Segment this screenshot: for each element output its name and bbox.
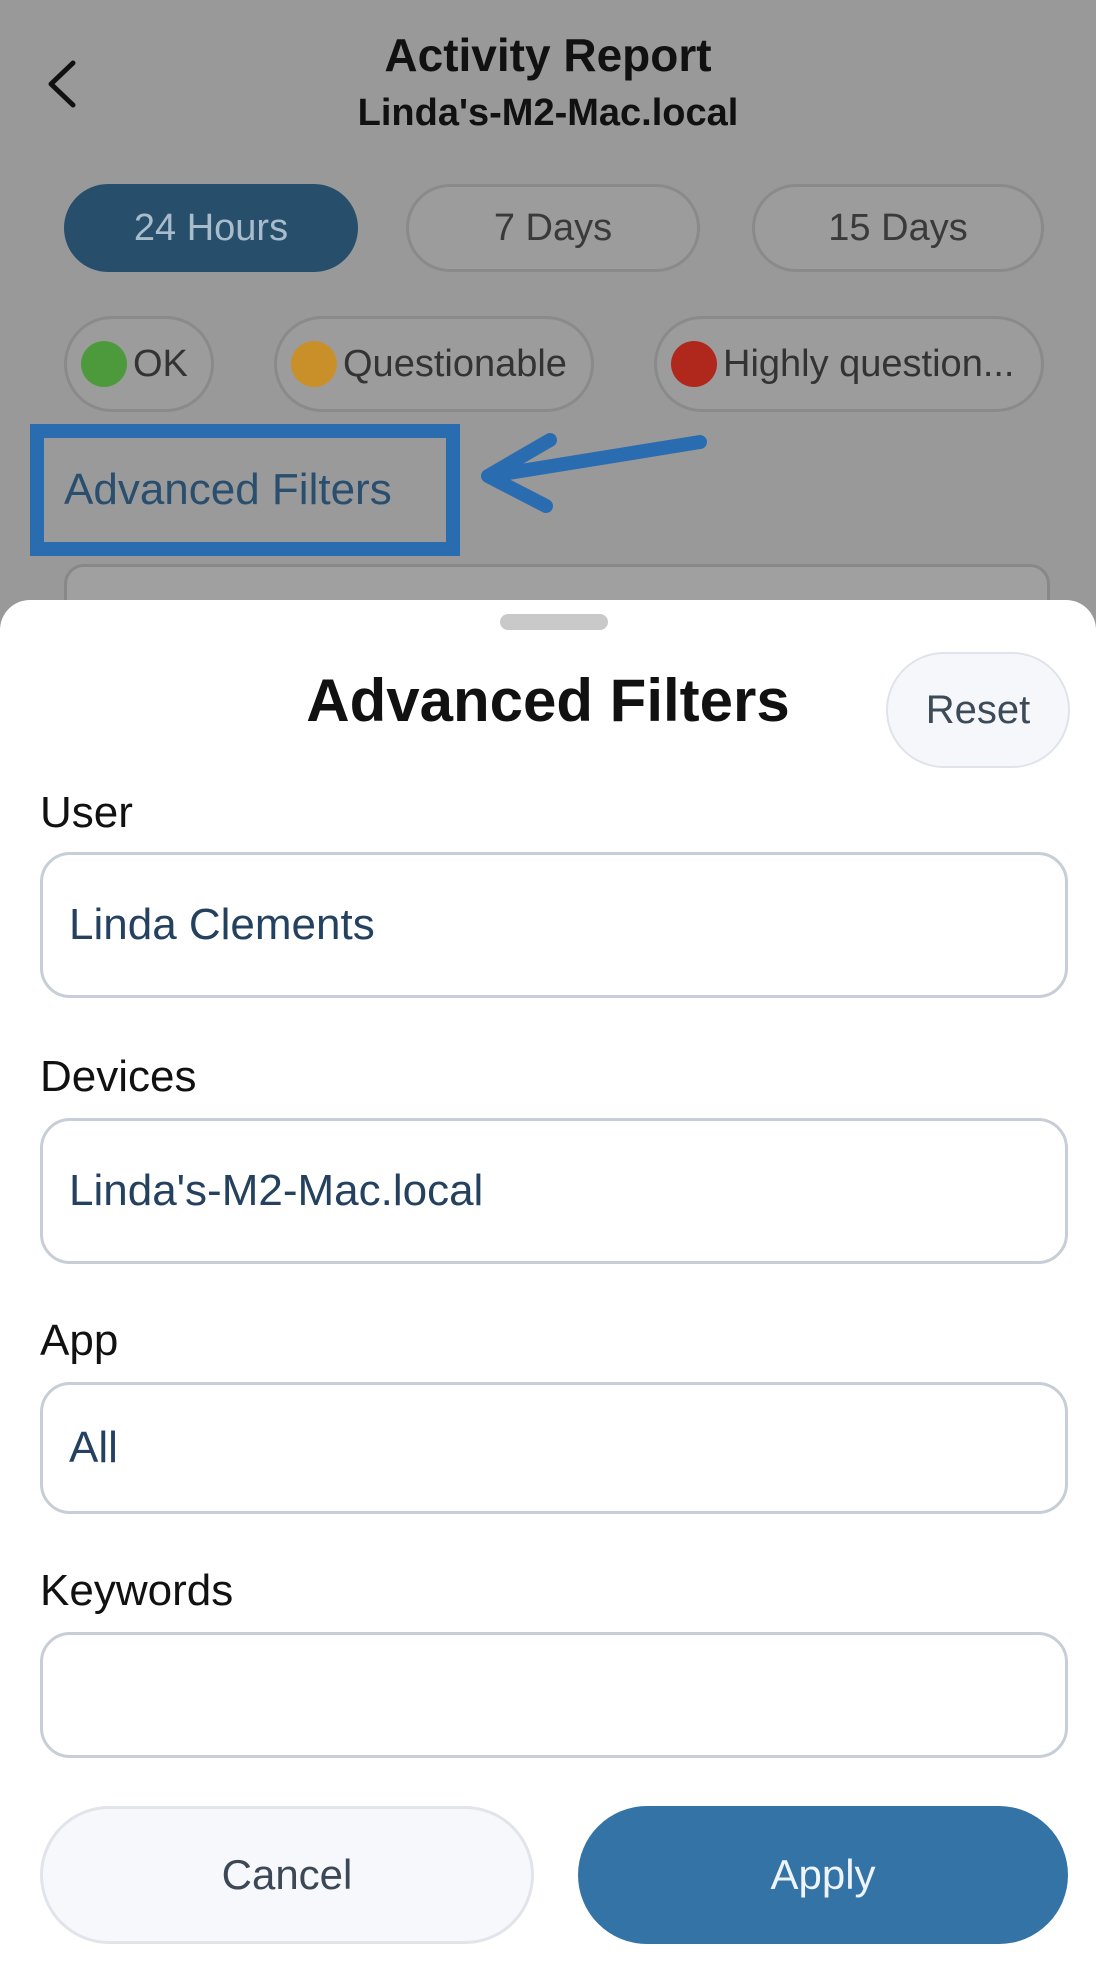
advanced-filters-link-label: Advanced Filters [64,465,392,514]
app-field[interactable]: All [40,1382,1068,1514]
devices-field-value: Linda's-M2-Mac.local [69,1166,484,1215]
tab-15-days[interactable]: 15 Days [752,184,1044,272]
page-title: Activity Report [384,29,712,81]
orange-status-dot-icon [291,341,337,387]
red-status-dot-icon [671,341,717,387]
status-filter-questionable[interactable]: Questionable [274,316,594,412]
advanced-filters-link[interactable]: Advanced Filters [30,424,460,556]
tab-7-days[interactable]: 7 Days [406,184,700,272]
apply-button[interactable]: Apply [578,1806,1068,1944]
pointer-arrow-icon [481,433,707,513]
status-filter-label: Highly question... [723,342,1015,385]
tab-24-hours[interactable]: 24 Hours [64,184,358,272]
cancel-button[interactable]: Cancel [40,1806,534,1944]
app-field-label: App [40,1316,119,1365]
page-subtitle: Linda's-M2-Mac.local [357,92,739,134]
reset-button[interactable]: Reset [886,652,1070,768]
green-status-dot-icon [81,341,127,387]
sheet-grabber[interactable] [500,614,608,630]
keywords-field-label: Keywords [40,1566,234,1615]
activity-report-screen: Activity Report Linda's-M2-Mac.local 24 … [0,0,1096,650]
keywords-input[interactable] [40,1632,1068,1758]
advanced-filters-sheet: Advanced Filters Reset User Linda Clemen… [0,600,1096,1988]
user-field-label: User [40,788,133,837]
status-filter-highly-questionable[interactable]: Highly question... [654,316,1044,412]
devices-field[interactable]: Linda's-M2-Mac.local [40,1118,1068,1264]
app-field-value: All [69,1423,118,1472]
devices-field-label: Devices [40,1052,197,1101]
user-field[interactable]: Linda Clements [40,852,1068,998]
user-field-value: Linda Clements [69,900,375,949]
status-filter-ok[interactable]: OK [64,316,214,412]
status-filter-label: Questionable [343,342,567,385]
status-filter-label: OK [133,342,188,385]
